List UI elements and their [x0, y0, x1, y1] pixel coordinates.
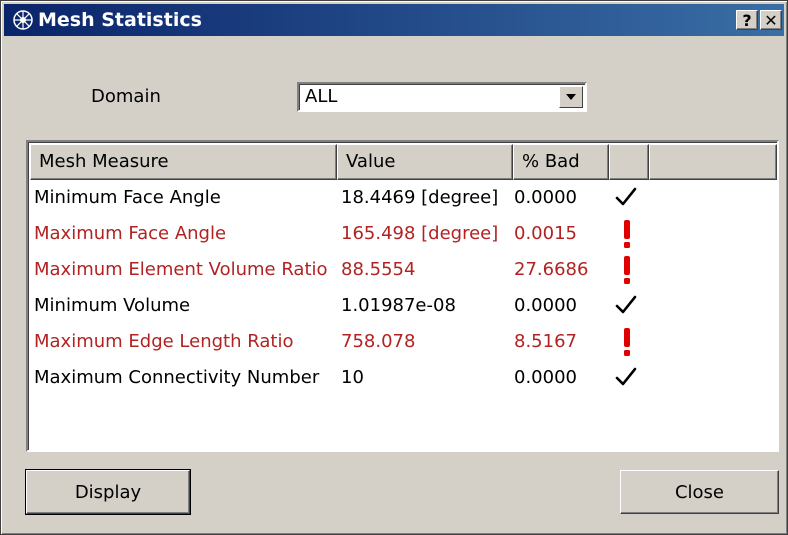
domain-select[interactable]: ALL — [297, 82, 587, 112]
percent-bad-cell: 8.5167 — [514, 331, 577, 352]
warning-exclamation-icon — [622, 219, 632, 249]
measure-cell: Maximum Edge Length Ratio — [34, 331, 294, 352]
domain-select-value: ALL — [305, 86, 338, 107]
percent-bad-cell: 27.6686 — [514, 259, 589, 280]
column-header-value[interactable]: Value — [337, 144, 513, 180]
value-cell: 88.5554 — [341, 259, 416, 280]
mesh-statistics-table[interactable]: Mesh Measure Value % Bad Minimum Face An… — [26, 140, 779, 452]
table-header: Mesh Measure Value % Bad — [30, 144, 777, 180]
value-cell: 10 — [341, 367, 364, 388]
window-close-button[interactable]: ✕ — [760, 10, 782, 30]
measure-cell: Minimum Face Angle — [34, 187, 221, 208]
column-header-filler — [649, 144, 777, 180]
mesh-app-icon — [13, 10, 33, 30]
column-header-status[interactable] — [609, 144, 649, 180]
table-row[interactable]: Minimum Face Angle 18.4469 [degree] 0.0000 — [30, 180, 777, 216]
check-icon — [615, 294, 637, 316]
chevron-down-icon[interactable] — [559, 86, 583, 108]
warning-exclamation-icon — [622, 327, 632, 357]
value-cell: 165.498 [degree] — [341, 223, 499, 244]
column-header-measure[interactable]: Mesh Measure — [30, 144, 337, 180]
table-row[interactable]: Maximum Element Volume Ratio 88.5554 27.66… — [30, 252, 777, 288]
check-icon — [615, 366, 637, 388]
window-title: Mesh Statistics — [38, 9, 202, 31]
display-button[interactable]: Display — [25, 469, 191, 515]
column-header-bad[interactable]: % Bad — [513, 144, 609, 180]
domain-label: Domain — [91, 86, 161, 107]
mesh-statistics-dialog: Mesh Statistics ? ✕ Domain ALL Mesh Meas… — [0, 0, 788, 535]
table-row[interactable]: Maximum Edge Length Ratio 758.078 8.5167 — [30, 324, 777, 360]
measure-cell: Maximum Element Volume Ratio — [34, 259, 328, 280]
percent-bad-cell: 0.0000 — [514, 295, 577, 316]
measure-cell: Maximum Connectivity Number — [34, 367, 320, 388]
check-icon — [615, 186, 637, 208]
warning-exclamation-icon — [622, 255, 632, 285]
percent-bad-cell: 0.0015 — [514, 223, 577, 244]
table-row[interactable]: Maximum Connectivity Number 10 0.0000 — [30, 360, 777, 396]
title-bar[interactable]: Mesh Statistics ? ✕ — [4, 4, 784, 36]
help-button[interactable]: ? — [736, 10, 758, 30]
value-cell: 1.01987e-08 — [341, 295, 456, 316]
measure-cell: Minimum Volume — [34, 295, 191, 316]
table-row[interactable]: Maximum Face Angle 165.498 [degree] 0.0015 — [30, 216, 777, 252]
measure-cell: Maximum Face Angle — [34, 223, 227, 244]
close-button[interactable]: Close — [620, 470, 779, 514]
percent-bad-cell: 0.0000 — [514, 367, 577, 388]
value-cell: 18.4469 [degree] — [341, 187, 499, 208]
table-row[interactable]: Minimum Volume 1.01987e-08 0.0000 — [30, 288, 777, 324]
percent-bad-cell: 0.0000 — [514, 187, 577, 208]
value-cell: 758.078 — [341, 331, 416, 352]
